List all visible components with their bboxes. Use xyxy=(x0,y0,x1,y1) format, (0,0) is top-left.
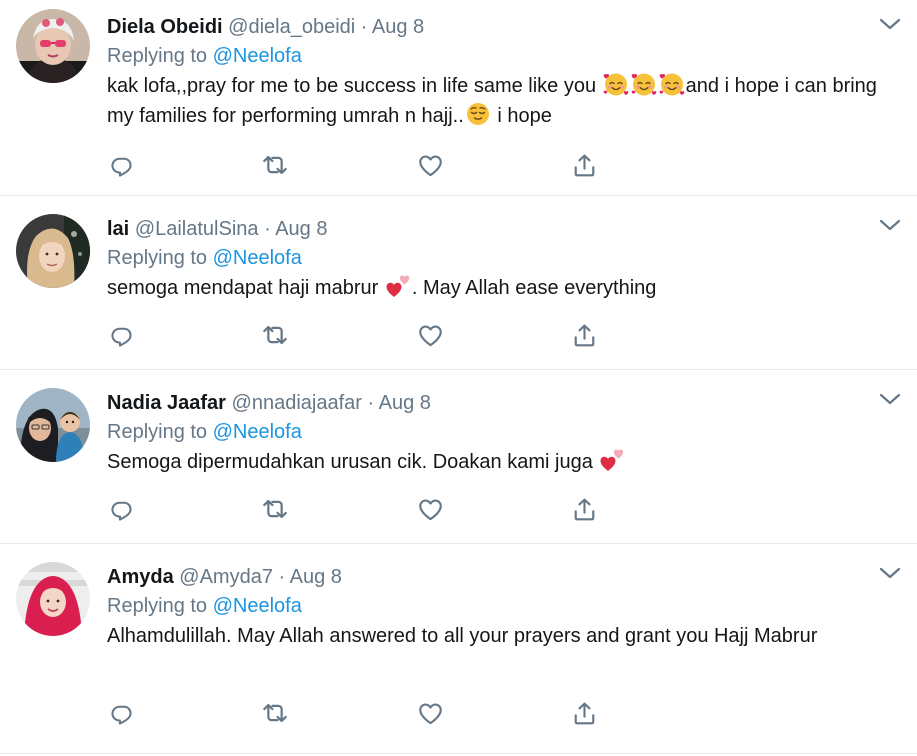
replying-to: Replying to @Neelofa xyxy=(107,591,897,621)
like-icon xyxy=(417,322,444,349)
tweet-text-part: kak lofa,,pray for me to be success in l… xyxy=(107,75,597,97)
tweet-text: Alhamdulillah. May Allah answered to all… xyxy=(107,625,818,647)
chevron-down-icon[interactable] xyxy=(879,17,901,31)
chevron-down-icon[interactable] xyxy=(879,392,901,406)
user-handle[interactable]: @diela_obeidi xyxy=(228,16,355,38)
share-icon xyxy=(571,496,598,523)
tweet-header: Diela Obeidi @diela_obeidi · Aug 8 xyxy=(107,13,897,41)
share-button[interactable] xyxy=(569,150,599,180)
separator-dot: · xyxy=(278,566,286,588)
tweet-actions xyxy=(107,150,627,180)
retweet-icon xyxy=(261,321,289,349)
tweet-text-part: Semoga dipermudahkan urusan cik. Doakan … xyxy=(107,451,593,473)
replying-to: Replying to @Neelofa xyxy=(107,41,897,71)
share-icon xyxy=(571,700,598,727)
retweet-icon xyxy=(261,495,289,523)
avatar[interactable] xyxy=(16,214,90,288)
mention-link[interactable]: @Neelofa xyxy=(213,247,302,269)
smiling-face-with-hearts-icon xyxy=(631,71,657,97)
tweet-date[interactable]: Aug 8 xyxy=(275,218,327,240)
separator-dot: · xyxy=(360,16,368,38)
reply-icon xyxy=(109,322,135,348)
reply-icon xyxy=(109,496,135,522)
two-hearts-icon xyxy=(385,273,411,299)
reply-button[interactable] xyxy=(107,150,137,180)
retweet-icon xyxy=(261,151,289,179)
reply-button[interactable] xyxy=(107,494,137,524)
tweet-date[interactable]: Aug 8 xyxy=(379,392,431,414)
reply-icon xyxy=(109,700,135,726)
smiling-face-with-hearts-icon xyxy=(659,71,685,97)
like-button[interactable] xyxy=(415,494,445,524)
share-button[interactable] xyxy=(569,494,599,524)
tweet[interactable]: lai @LailatulSina · Aug 8 Replying to @N… xyxy=(0,196,917,370)
reply-button[interactable] xyxy=(107,698,137,728)
tweet-header: Nadia Jaafar @nnadiajaafar · Aug 8 xyxy=(107,389,897,417)
share-icon xyxy=(571,152,598,179)
avatar[interactable] xyxy=(16,388,90,462)
user-handle[interactable]: @Amyda7 xyxy=(179,566,273,588)
chevron-down-icon[interactable] xyxy=(879,218,901,232)
tweet[interactable]: Amyda @Amyda7 · Aug 8 Replying to @Neelo… xyxy=(0,544,917,754)
retweet-button[interactable] xyxy=(260,494,290,524)
retweet-button[interactable] xyxy=(260,698,290,728)
replying-to: Replying to @Neelofa xyxy=(107,243,897,273)
smiling-face-with-hearts-icon xyxy=(603,71,629,97)
tweet-date[interactable]: Aug 8 xyxy=(372,16,424,38)
like-icon xyxy=(417,152,444,179)
user-handle[interactable]: @nnadiajaafar xyxy=(232,392,362,414)
display-name[interactable]: lai xyxy=(107,218,129,240)
tweet-text: Semoga dipermudahkan urusan cik. Doakan … xyxy=(107,447,897,477)
tweet-text-part: semoga mendapat haji mabrur xyxy=(107,277,379,299)
replying-to-label: Replying to xyxy=(107,421,208,443)
like-button[interactable] xyxy=(415,698,445,728)
like-icon xyxy=(417,496,444,523)
tweet-actions xyxy=(107,320,627,350)
mention-link[interactable]: @Neelofa xyxy=(213,45,302,67)
avatar[interactable] xyxy=(16,9,90,83)
tweet-actions xyxy=(107,494,627,524)
retweet-button[interactable] xyxy=(260,150,290,180)
retweet-button[interactable] xyxy=(260,320,290,350)
reply-icon xyxy=(109,152,135,178)
display-name[interactable]: Amyda xyxy=(107,566,174,588)
tweet-text-part: i hope xyxy=(491,105,552,127)
replying-to-label: Replying to xyxy=(107,247,208,269)
like-button[interactable] xyxy=(415,320,445,350)
tweet-date[interactable]: Aug 8 xyxy=(290,566,342,588)
profile-photo xyxy=(16,214,90,288)
reply-button[interactable] xyxy=(107,320,137,350)
share-button[interactable] xyxy=(569,320,599,350)
tweet-actions xyxy=(107,698,627,728)
share-icon xyxy=(571,322,598,349)
tweet-header: lai @LailatulSina · Aug 8 xyxy=(107,215,897,243)
tweet[interactable]: Nadia Jaafar @nnadiajaafar · Aug 8 Reply… xyxy=(0,370,917,544)
profile-photo xyxy=(16,388,90,462)
profile-photo xyxy=(16,9,90,83)
separator-dot: · xyxy=(264,218,271,240)
mention-link[interactable]: @Neelofa xyxy=(213,421,302,443)
replying-to: Replying to @Neelofa xyxy=(107,417,897,447)
relieved-face-icon xyxy=(465,101,491,127)
retweet-icon xyxy=(261,699,289,727)
display-name[interactable]: Nadia Jaafar xyxy=(107,392,226,414)
avatar[interactable] xyxy=(16,562,90,636)
replying-to-label: Replying to xyxy=(107,45,208,67)
user-handle[interactable]: @LailatulSina xyxy=(135,218,259,240)
profile-photo xyxy=(16,562,90,636)
tweet-text-part: . May Allah ease everything xyxy=(411,277,657,299)
display-name[interactable]: Diela Obeidi xyxy=(107,16,223,38)
chevron-down-icon[interactable] xyxy=(879,566,901,580)
two-hearts-icon xyxy=(599,447,625,473)
tweet-header: Amyda @Amyda7 · Aug 8 xyxy=(107,563,897,591)
separator-dot: · xyxy=(367,392,375,414)
like-button[interactable] xyxy=(415,150,445,180)
tweet-text: kak lofa,,pray for me to be success in l… xyxy=(107,71,897,131)
share-button[interactable] xyxy=(569,698,599,728)
tweet-text: semoga mendapat haji mabrur . May Allah … xyxy=(107,273,897,303)
replying-to-label: Replying to xyxy=(107,595,208,617)
tweet[interactable]: Diela Obeidi @diela_obeidi · Aug 8 Reply… xyxy=(0,0,917,196)
like-icon xyxy=(417,700,444,727)
mention-link[interactable]: @Neelofa xyxy=(213,595,302,617)
